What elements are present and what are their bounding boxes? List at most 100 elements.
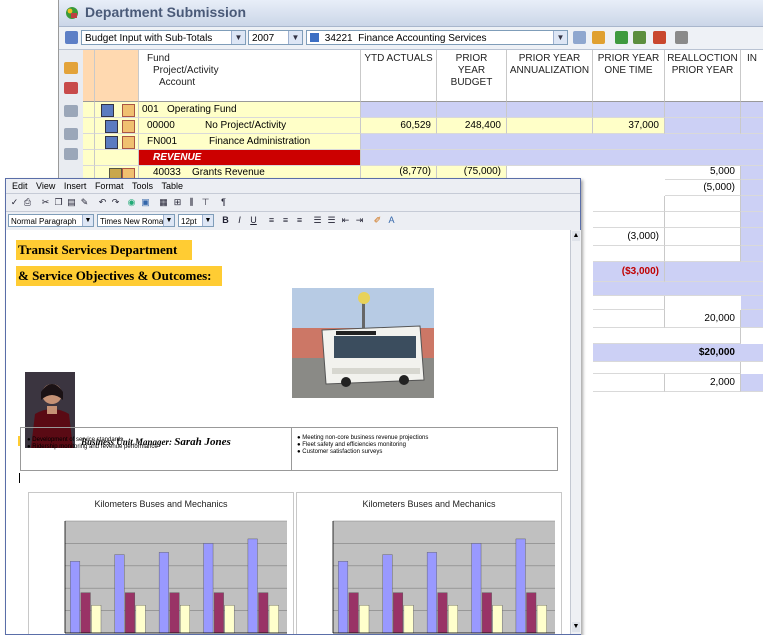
cell[interactable] bbox=[741, 212, 763, 228]
cell-reallocation-subtotal[interactable]: $20,000 bbox=[593, 344, 763, 362]
move-icon[interactable] bbox=[633, 31, 646, 44]
cell[interactable] bbox=[507, 118, 593, 134]
cell[interactable] bbox=[593, 310, 665, 328]
cell-one-time[interactable]: (3,000) bbox=[593, 228, 665, 246]
row-project[interactable]: 00000 No Project/Activity bbox=[139, 118, 361, 134]
insert-image-icon[interactable]: ▣ bbox=[140, 197, 151, 208]
cell[interactable] bbox=[741, 166, 763, 180]
cell-budget[interactable]: 248,400 bbox=[437, 118, 507, 134]
cell-one-time-subtotal[interactable]: ($3,000) bbox=[593, 262, 665, 282]
cell[interactable] bbox=[665, 212, 741, 228]
cell[interactable] bbox=[741, 374, 763, 392]
insert-table-icon[interactable]: ▦ bbox=[158, 197, 169, 208]
filter-icon[interactable] bbox=[573, 31, 586, 44]
paste-icon[interactable]: ▤ bbox=[66, 197, 77, 208]
cell[interactable] bbox=[593, 282, 763, 296]
menu-format[interactable]: Format bbox=[95, 181, 124, 191]
cell[interactable] bbox=[593, 102, 665, 118]
document-page[interactable]: Transit Services Department & Service Ob… bbox=[6, 230, 570, 634]
numbered-list-icon[interactable]: ☰ bbox=[312, 215, 323, 226]
align-center-icon[interactable]: ≡ bbox=[280, 215, 291, 226]
menu-table[interactable]: Table bbox=[162, 181, 184, 191]
cell[interactable] bbox=[507, 102, 593, 118]
expand-icon[interactable] bbox=[105, 136, 118, 149]
font-select[interactable]: Times New Roman ▼ bbox=[97, 214, 175, 227]
row-account[interactable]: FN001 Finance Administration bbox=[139, 134, 361, 150]
cell[interactable] bbox=[741, 228, 763, 246]
year-select[interactable]: 2007 ▼ bbox=[248, 30, 303, 45]
decrease-indent-icon[interactable]: ⇤ bbox=[340, 215, 351, 226]
filter-icon[interactable]: ⊤ bbox=[200, 197, 211, 208]
cell[interactable] bbox=[741, 118, 763, 134]
cell[interactable] bbox=[741, 296, 763, 310]
cell-ytd[interactable]: 60,529 bbox=[361, 118, 437, 134]
cut-icon[interactable]: ✂ bbox=[40, 197, 51, 208]
align-left-icon[interactable]: ≡ bbox=[266, 215, 277, 226]
header-reallocation[interactable]: REALLOCTION PRIOR YEAR bbox=[665, 50, 741, 102]
cell[interactable] bbox=[665, 196, 741, 212]
cell[interactable] bbox=[593, 362, 741, 374]
export-icon[interactable] bbox=[653, 31, 666, 44]
cell[interactable] bbox=[593, 212, 665, 228]
note-icon[interactable] bbox=[122, 104, 135, 117]
cell[interactable] bbox=[741, 102, 763, 118]
scroll-down-icon[interactable]: ▼ bbox=[572, 622, 580, 632]
cell[interactable] bbox=[741, 180, 763, 196]
cell[interactable] bbox=[665, 102, 741, 118]
expand-icon[interactable] bbox=[105, 120, 118, 133]
row-icons[interactable] bbox=[95, 118, 139, 134]
cell[interactable] bbox=[437, 102, 507, 118]
cell-reallocation[interactable]: 20,000 bbox=[665, 310, 741, 328]
row-icons[interactable] bbox=[95, 134, 139, 150]
format-painter-icon[interactable]: ✎ bbox=[79, 197, 90, 208]
highlight-icon[interactable]: ✐ bbox=[372, 215, 383, 226]
cell[interactable] bbox=[665, 228, 741, 246]
cell[interactable] bbox=[665, 262, 763, 282]
menu-tools[interactable]: Tools bbox=[132, 181, 153, 191]
align-right-icon[interactable]: ≡ bbox=[294, 215, 305, 226]
row-fund[interactable]: 001 Operating Fund bbox=[139, 102, 361, 118]
spellcheck-icon[interactable]: ✓ bbox=[9, 197, 20, 208]
undo-icon[interactable]: ↶ bbox=[97, 197, 108, 208]
header-ytd[interactable]: YTD ACTUALS bbox=[361, 50, 437, 102]
underline-icon[interactable]: U bbox=[248, 215, 259, 226]
cell-reallocation[interactable]: 5,000 bbox=[665, 166, 741, 180]
table-tools-icon[interactable]: ⊞ bbox=[172, 197, 183, 208]
cell[interactable] bbox=[741, 246, 763, 262]
font-color-icon[interactable]: A bbox=[386, 215, 397, 226]
cell[interactable] bbox=[665, 246, 741, 262]
redo-icon[interactable]: ↷ bbox=[110, 197, 121, 208]
cell[interactable] bbox=[741, 196, 763, 212]
columns-icon[interactable]: ⫼ bbox=[186, 197, 197, 208]
cell[interactable] bbox=[361, 150, 763, 166]
row-icons[interactable] bbox=[95, 102, 139, 118]
scroll-up-icon[interactable]: ▲ bbox=[572, 231, 580, 241]
size-select[interactable]: 12pt ▼ bbox=[178, 214, 214, 227]
menu-view[interactable]: View bbox=[36, 181, 55, 191]
header-next[interactable]: IN bbox=[741, 50, 763, 102]
cell[interactable] bbox=[593, 296, 665, 310]
hyperlink-icon[interactable]: ◉ bbox=[126, 197, 137, 208]
copy-icon[interactable]: ❐ bbox=[53, 197, 64, 208]
italic-icon[interactable]: I bbox=[234, 215, 245, 226]
note-icon[interactable] bbox=[122, 136, 135, 149]
cell[interactable] bbox=[593, 374, 665, 392]
header-one-time[interactable]: PRIOR YEAR ONE TIME bbox=[593, 50, 665, 102]
cell[interactable] bbox=[741, 310, 763, 328]
cell[interactable] bbox=[593, 196, 665, 212]
note-icon[interactable] bbox=[122, 120, 135, 133]
print-icon[interactable] bbox=[675, 31, 688, 44]
cell[interactable] bbox=[361, 134, 763, 150]
bullet-list-icon[interactable]: ☰ bbox=[326, 215, 337, 226]
header-prior-budget[interactable]: PRIOR YEAR BUDGET bbox=[437, 50, 507, 102]
cell[interactable] bbox=[361, 102, 437, 118]
add-icon[interactable] bbox=[615, 31, 628, 44]
print-icon[interactable]: ⎙ bbox=[22, 197, 33, 208]
increase-indent-icon[interactable]: ⇥ bbox=[354, 215, 365, 226]
menu-edit[interactable]: Edit bbox=[12, 181, 28, 191]
department-select[interactable]: 34221 Finance Accounting Services ▼ bbox=[306, 30, 568, 45]
style-select[interactable]: Normal Paragraph ▼ bbox=[8, 214, 94, 227]
cell[interactable] bbox=[593, 328, 741, 344]
cell-reallocation[interactable]: 2,000 bbox=[665, 374, 741, 392]
bold-icon[interactable]: B bbox=[220, 215, 231, 226]
